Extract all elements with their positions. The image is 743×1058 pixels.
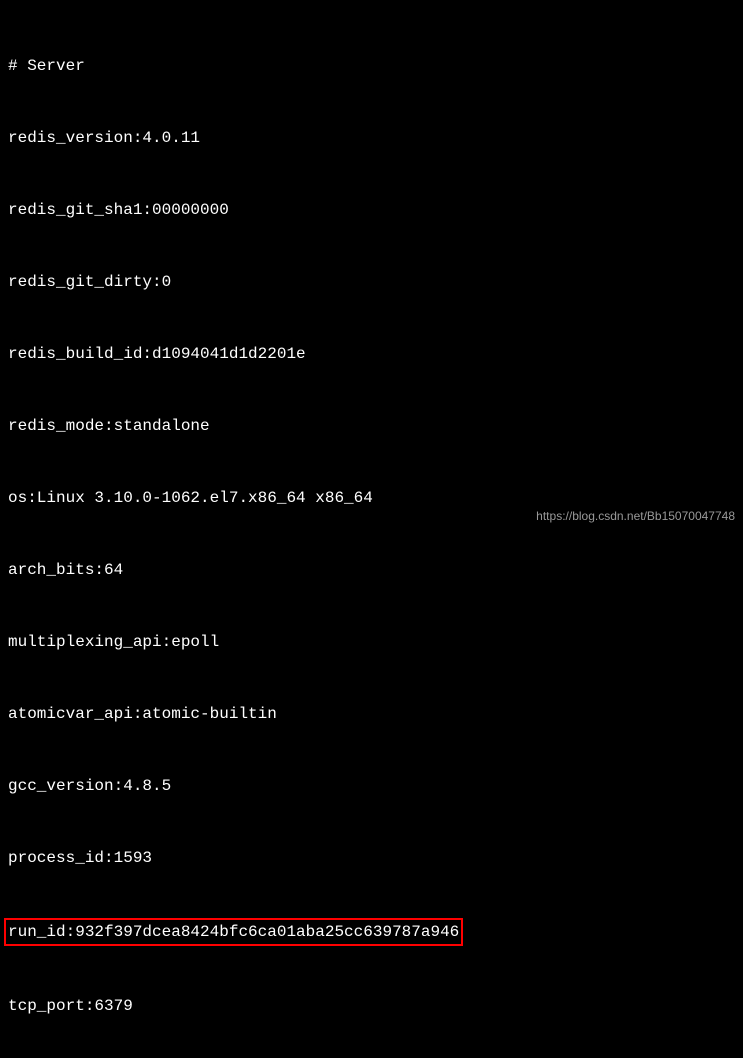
watermark-text: https://blog.csdn.net/Bb15070047748 [536,507,735,525]
output-line: redis_git_dirty:0 [8,270,735,294]
output-line: redis_mode:standalone [8,414,735,438]
output-line: atomicvar_api:atomic-builtin [8,702,735,726]
output-line: redis_build_id:d1094041d1d2201e [8,342,735,366]
highlighted-line: run_id:932f397dcea8424bfc6ca01aba25cc639… [8,918,735,946]
output-line: process_id:1593 [8,846,735,870]
output-line: gcc_version:4.8.5 [8,774,735,798]
output-line: redis_git_sha1:00000000 [8,198,735,222]
output-line: multiplexing_api:epoll [8,630,735,654]
output-line: tcp_port:6379 [8,994,735,1018]
run-id-highlight: run_id:932f397dcea8424bfc6ca01aba25cc639… [4,918,463,946]
terminal-output: # Server redis_version:4.0.11 redis_git_… [0,0,743,1058]
output-line: redis_version:4.0.11 [8,126,735,150]
section-header: # Server [8,54,735,78]
output-line: arch_bits:64 [8,558,735,582]
